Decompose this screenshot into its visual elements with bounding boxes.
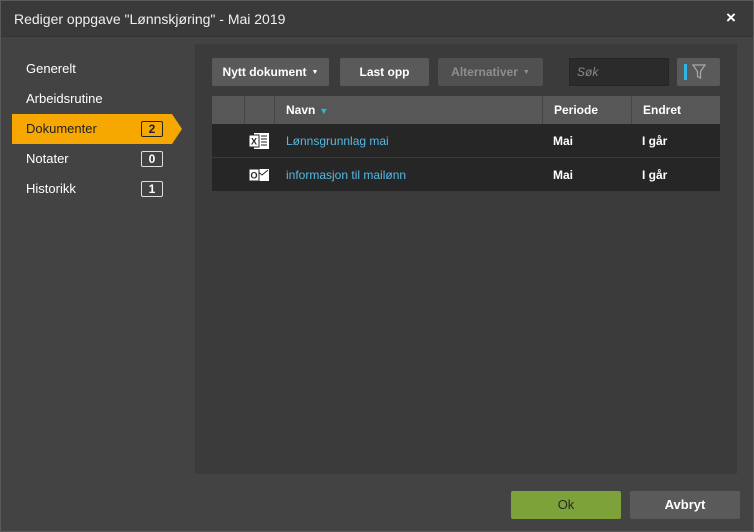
chevron-down-icon: ▼ (522, 68, 530, 76)
filter-button[interactable] (677, 58, 720, 86)
count-badge: 1 (141, 181, 163, 197)
sidebar-item-label: Arbeidsrutine (26, 91, 103, 106)
sidebar-item-historikk[interactable]: Historikk 1 (12, 174, 182, 204)
sidebar-item-label: Historikk (26, 181, 76, 196)
new-document-button[interactable]: Nytt dokument ▼ (212, 58, 329, 86)
sidebar-item-label: Generelt (26, 61, 76, 76)
changed-column-label: Endret (643, 103, 682, 117)
filter-active-indicator (684, 64, 687, 80)
document-changed: I går (642, 134, 668, 148)
chevron-down-icon: ▼ (311, 68, 319, 76)
outlook-icon: O (248, 168, 269, 182)
search-input[interactable] (569, 58, 669, 86)
alternatives-button[interactable]: Alternativer ▼ (438, 58, 543, 86)
changed-column-header[interactable]: Endret (631, 96, 720, 124)
table-row[interactable]: O informasjon til mailønn Mai I går (212, 158, 720, 192)
svg-text:O: O (250, 171, 257, 181)
document-period: Mai (553, 168, 574, 182)
table-header: Navn ▼ Periode Endret (212, 96, 720, 124)
upload-button[interactable]: Last opp (340, 58, 429, 86)
sidebar-item-label: Dokumenter (26, 121, 97, 136)
edit-task-dialog: Rediger oppgave "Lønnskjøring" - Mai 201… (0, 0, 754, 532)
name-column-label: Navn (286, 103, 316, 117)
sidebar-item-dokumenter[interactable]: Dokumenter 2 (12, 114, 182, 144)
document-name-link[interactable]: Lønnsgrunnlag mai (286, 124, 389, 158)
period-column-header[interactable]: Periode (542, 96, 631, 124)
sidebar-item-arbeidsrutine[interactable]: Arbeidsrutine (12, 84, 182, 114)
svg-text:X: X (251, 137, 257, 147)
alternatives-label: Alternativer (451, 65, 518, 79)
sidebar-item-generelt[interactable]: Generelt (12, 54, 182, 84)
close-icon[interactable]: × (723, 9, 739, 27)
cancel-button[interactable]: Avbryt (630, 491, 740, 519)
select-column-header[interactable] (212, 96, 244, 124)
documents-panel: Nytt dokument ▼ Last opp Alternativer ▼ Na… (195, 44, 737, 474)
name-column-header[interactable]: Navn ▼ (274, 96, 542, 124)
icon-column-header (244, 96, 274, 124)
excel-icon: X (248, 133, 269, 149)
count-badge: 0 (141, 151, 163, 167)
sidebar-item-notater[interactable]: Notater 0 (12, 144, 182, 174)
dialog-titlebar: Rediger oppgave "Lønnskjøring" - Mai 201… (1, 1, 753, 37)
filter-icon (692, 64, 706, 79)
ok-button[interactable]: Ok (511, 491, 621, 519)
upload-label: Last opp (359, 65, 410, 79)
documents-table: Navn ▼ Periode Endret X Lønnsgrunnlag ma… (212, 96, 720, 192)
sidebar-nav: Generelt Arbeidsrutine Dokumenter 2 Nota… (12, 54, 182, 204)
count-badge: 2 (141, 121, 163, 137)
new-document-label: Nytt dokument (222, 65, 307, 79)
period-column-label: Periode (554, 103, 599, 117)
dialog-title: Rediger oppgave "Lønnskjøring" - Mai 201… (14, 11, 286, 27)
sort-desc-icon: ▼ (319, 106, 329, 116)
document-period: Mai (553, 134, 574, 148)
sidebar-item-label: Notater (26, 151, 69, 166)
document-changed: I går (642, 168, 668, 182)
document-name-link[interactable]: informasjon til mailønn (286, 158, 406, 192)
table-row[interactable]: X Lønnsgrunnlag mai Mai I går (212, 124, 720, 158)
